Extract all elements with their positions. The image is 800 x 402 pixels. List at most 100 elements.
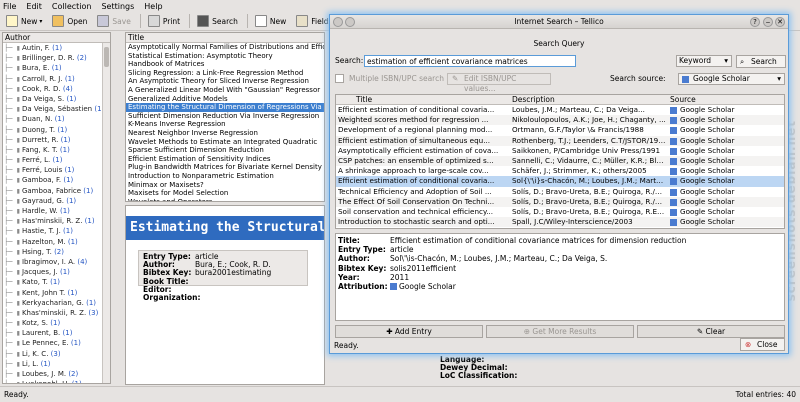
list-item[interactable]: ├─ ▮ Cook, R. D. (4)	[3, 84, 110, 94]
save-button[interactable]: Save	[93, 13, 134, 30]
title-row[interactable]: A Generalized Linear Model With "Gaussia…	[126, 86, 324, 95]
result-row[interactable]: Technical Efficiency and Adoption of Soi…	[336, 187, 784, 197]
title-row[interactable]: Sparse Sufficient Dimension Reduction	[126, 146, 324, 155]
list-item[interactable]: ├─ ▮ Da Veiga, Sébastien (1)	[3, 104, 110, 114]
list-item[interactable]: ├─ ▮ Gayraud, G. (1)	[3, 196, 110, 206]
list-item[interactable]: ├─ ▮ Brillinger, D. R. (2)	[3, 53, 110, 63]
list-item[interactable]: ├─ ▮ Kerkyacharian, G. (1)	[3, 298, 110, 308]
title-row[interactable]: Nearest Neighbor Inverse Regression	[126, 129, 324, 138]
search-button[interactable]: ⌕ Search	[736, 55, 786, 68]
result-row[interactable]: The Effect Of Soil Conservation On Techn…	[336, 196, 784, 207]
list-item[interactable]: ├─ ▮ Da Veiga, S. (1)	[3, 94, 110, 104]
list-item[interactable]: ├─ ▮ Duan, N. (1)	[3, 114, 110, 124]
close-icon[interactable]: ✕	[775, 17, 785, 27]
list-item[interactable]: ├─ ▮ Jacques, J. (1)	[3, 267, 110, 277]
title-row[interactable]: Wavelets and Operators	[126, 198, 324, 201]
source-column-header[interactable]: Source	[670, 95, 696, 105]
result-row[interactable]: Efficient estimation of simultaneous equ…	[336, 135, 784, 146]
open-button[interactable]: Open	[48, 13, 91, 30]
minimize-icon[interactable]: ‒	[763, 17, 773, 27]
title-row[interactable]: Introduction to Nonparametric Estimation	[126, 172, 324, 181]
title-row[interactable]: Handbook of Matrices	[126, 60, 324, 69]
title-row[interactable]: Minimax or Maxisets?	[126, 181, 324, 190]
title-row[interactable]: Generalized Additive Models	[126, 95, 324, 104]
list-item[interactable]: ├─ ▮ Hazelton, M. (1)	[3, 237, 110, 247]
title-row[interactable]: K-Means Inverse Regression	[126, 120, 324, 129]
list-item[interactable]: ├─ ▮ Hardle, W. (1)	[3, 206, 110, 216]
list-item[interactable]: ├─ ▮ Autin, F. (1)	[3, 43, 110, 53]
list-item[interactable]: ├─ ▮ Hsing, T. (2)	[3, 247, 110, 257]
list-item[interactable]: ├─ ▮ Gamboa, F. (1)	[3, 175, 110, 185]
list-item[interactable]: ├─ ▮ Ferré, Louis (1)	[3, 165, 110, 175]
clear-button[interactable]: ✎ Clear	[637, 325, 785, 338]
list-item[interactable]: ├─ ▮Luekepohl, H. (1)	[3, 379, 110, 383]
title-row[interactable]: An Asymptotic Theory for Sliced Inverse …	[126, 77, 324, 86]
menu-settings[interactable]: Settings	[101, 2, 134, 11]
list-item[interactable]: ├─ ▮ Laurent, B. (1)	[3, 328, 110, 338]
list-item[interactable]: ├─ ▮ Durrett, R. (1)	[3, 135, 110, 145]
list-item[interactable]: ├─ ▮ Khas'minskii, R. Z. (3)	[3, 308, 110, 318]
scrollbar-thumb[interactable]	[104, 47, 109, 67]
result-row[interactable]: Introduction to stochastic search and op…	[336, 217, 784, 228]
list-item[interactable]: ├─ ▮ Duong, T. (1)	[3, 125, 110, 135]
author-scrollbar[interactable]	[102, 43, 110, 383]
author-column-header[interactable]: Author	[3, 33, 110, 43]
add-entry-button[interactable]: ✚ Add Entry	[335, 325, 483, 338]
internet-search-button[interactable]: Search	[193, 13, 242, 30]
result-row[interactable]: Efficient estimation of conditional cova…	[336, 176, 784, 187]
title-row[interactable]: Estimating the Structural Dimension of R…	[126, 103, 324, 112]
list-item[interactable]: ├─ ▮ Kato, T. (1)	[3, 277, 110, 287]
menu-help[interactable]: Help	[144, 2, 162, 11]
menu-collection[interactable]: Collection	[52, 2, 92, 11]
result-row[interactable]: A shrinkage approach to large-scale cov.…	[336, 166, 784, 176]
list-item[interactable]: ├─ ▮ Carroll, R. J. (1)	[3, 74, 110, 84]
help-icon[interactable]: ?	[750, 17, 760, 27]
new-button[interactable]: New ▾	[2, 13, 46, 30]
list-item[interactable]: ├─ ▮ Ibragimov, I. A. (4)	[3, 257, 110, 267]
title-row[interactable]: Statistical Estimation: Asymptotic Theor…	[126, 52, 324, 61]
pane-splitter[interactable]	[112, 32, 124, 384]
title-column-header[interactable]: Title	[356, 95, 372, 105]
new-entry-button[interactable]: New	[251, 13, 290, 30]
title-row[interactable]: Slicing Regression: a Link-Free Regressi…	[126, 69, 324, 78]
multiple-isbn-checkbox[interactable]	[335, 74, 344, 83]
close-button[interactable]: ⊗ Close	[740, 338, 785, 351]
list-item[interactable]: ├─ ▮ Fang, K. T. (1)	[3, 145, 110, 155]
title-row[interactable]: Wavelet Methods to Estimate an Integrate…	[126, 138, 324, 147]
list-item[interactable]: ├─ ▮ Gamboa, Fabrice (1)	[3, 186, 110, 196]
result-row[interactable]: Efficient inference in a random coeffici…	[336, 227, 784, 228]
description-column-header[interactable]: Description	[512, 95, 555, 105]
menu-file[interactable]: File	[3, 2, 16, 11]
result-row[interactable]: Asymptotically efficient estimation of c…	[336, 146, 784, 156]
window-menu-icon[interactable]	[333, 17, 343, 27]
list-item[interactable]: ├─ ▮ Le Pennec, E. (1)	[3, 338, 110, 348]
list-item[interactable]: ├─ ▮ Kent, John T. (1)	[3, 288, 110, 298]
menu-edit[interactable]: Edit	[26, 2, 42, 11]
title-row[interactable]: Asymptotically Normal Families of Distri…	[126, 43, 324, 52]
search-key-select[interactable]: Keyword ▾	[676, 55, 732, 67]
list-item[interactable]: ├─ ▮ Ferré, L. (1)	[3, 155, 110, 165]
result-row[interactable]: Development of a regional planning mod..…	[336, 125, 784, 135]
result-row[interactable]: Efficient estimation of conditional cova…	[336, 105, 784, 115]
title-row[interactable]: Maxisets for Model Selection	[126, 189, 324, 198]
list-item[interactable]: ├─ ▮ Li, L. (1)	[3, 359, 110, 369]
title-row[interactable]: Plug-in Bandwidth Matrices for Bivariate…	[126, 163, 324, 172]
result-row[interactable]: CSP patches: an ensemble of optimized s.…	[336, 155, 784, 167]
list-item[interactable]: ├─ ▮ Hastie, T. J. (1)	[3, 226, 110, 236]
list-item[interactable]: ├─ ▮ Has'minskii, R. Z. (1)	[3, 216, 110, 226]
result-row[interactable]: Weighted scores method for regression ..…	[336, 115, 784, 126]
search-source-select[interactable]: Google Scholar ▾	[678, 73, 785, 85]
print-button[interactable]: Print	[144, 13, 184, 30]
result-row[interactable]: Soil conservation and technical efficien…	[336, 207, 784, 217]
search-input[interactable]	[364, 55, 576, 67]
title-row[interactable]: Sufficient Dimension Reduction Via Inver…	[126, 112, 324, 121]
pin-icon[interactable]	[345, 17, 355, 27]
list-item[interactable]: ├─ ▮ Loubes, J. M. (2)	[3, 369, 110, 379]
get-more-results-button[interactable]: ⊕ Get More Results	[486, 325, 634, 338]
list-item[interactable]: ├─ ▮ Bura, E. (1)	[3, 63, 110, 73]
title-row[interactable]: Efficient Estimation of Sensitivity Indi…	[126, 155, 324, 164]
title-column-header[interactable]: Title	[126, 33, 324, 43]
list-item[interactable]: ├─ ▮ Li, K. C. (3)	[3, 349, 110, 359]
edit-isbn-button[interactable]: ✎ Edit ISBN/UPC values...	[447, 73, 551, 93]
list-item[interactable]: ├─ ▮ Kotz, S. (1)	[3, 318, 110, 328]
